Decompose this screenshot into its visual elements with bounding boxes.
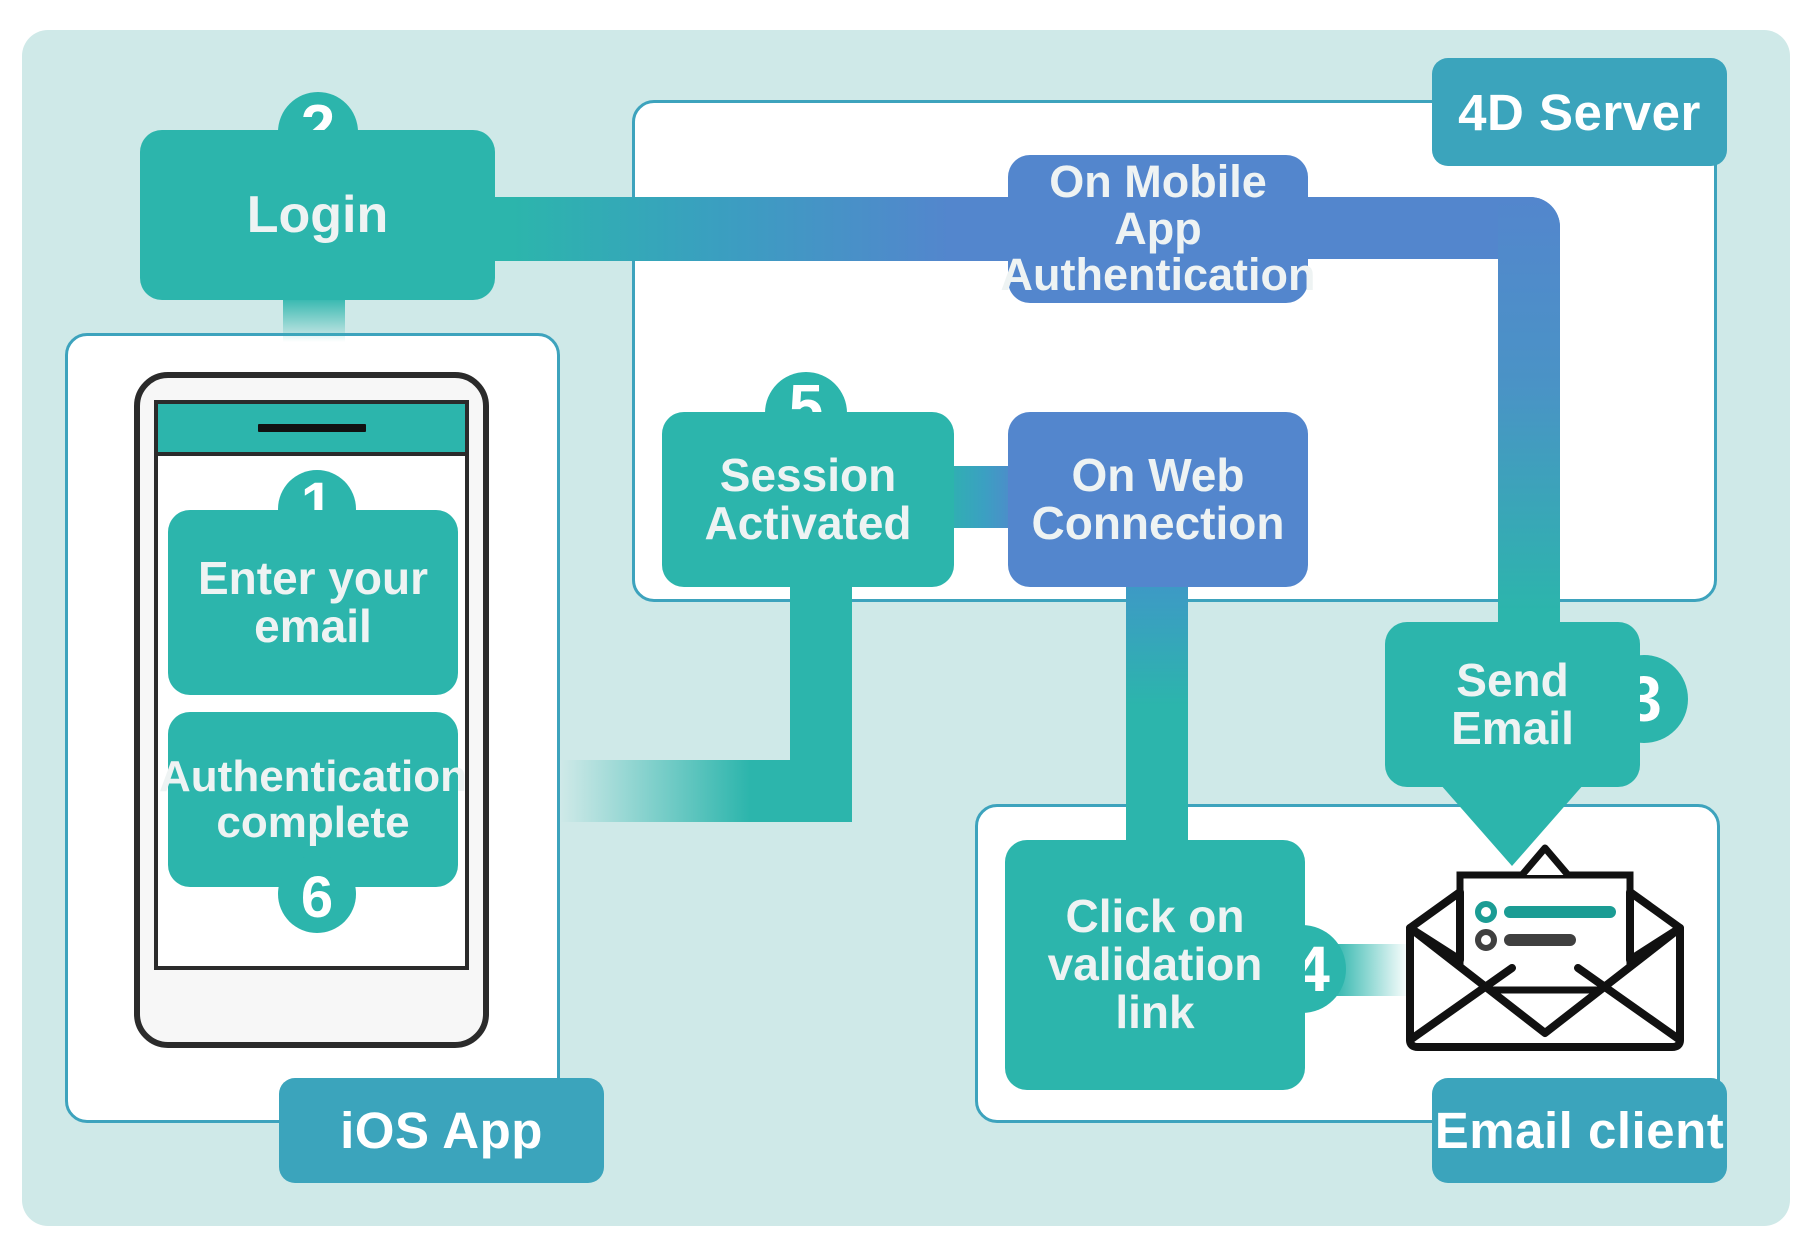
- connector-on-mobile-app-auth-to-send-email: [1498, 197, 1560, 667]
- step-box-session-activated[interactable]: Session Activated: [662, 412, 954, 587]
- system-label-ios-app: iOS App: [279, 1078, 604, 1183]
- step-badge-6: 6: [278, 855, 356, 933]
- phone-status-bar: [158, 404, 465, 456]
- method-box-on-web-connection[interactable]: On Web Connection: [1008, 412, 1308, 587]
- step-box-enter-your-email[interactable]: Enter your email: [168, 510, 458, 695]
- connector-session-activated-to-ios-app: [560, 760, 852, 822]
- diagram-canvas: 2 1 6 5 3 4 Login On Mobile App Authenti…: [0, 0, 1812, 1238]
- step-box-send-email[interactable]: Send Email: [1385, 622, 1640, 787]
- step-box-click-on-validation-link[interactable]: Click on validation link: [1005, 840, 1305, 1090]
- step-box-login[interactable]: Login: [140, 130, 495, 300]
- method-box-on-mobile-app-authentication[interactable]: On Mobile App Authentication: [1001, 155, 1316, 303]
- phone-speaker-icon: [257, 424, 366, 432]
- arrow-send-email-to-envelope: [1440, 784, 1584, 866]
- connector-on-web-connection-to-click-validation-link: [1126, 575, 1188, 865]
- connector-login-to-phone: [283, 296, 345, 342]
- open-envelope-with-letter-icon: [1400, 840, 1690, 1060]
- system-label-4d-server: 4D Server: [1432, 58, 1727, 166]
- connector-login-to-on-mobile-app-auth: [470, 197, 1015, 261]
- system-label-email-client: Email client: [1432, 1078, 1727, 1183]
